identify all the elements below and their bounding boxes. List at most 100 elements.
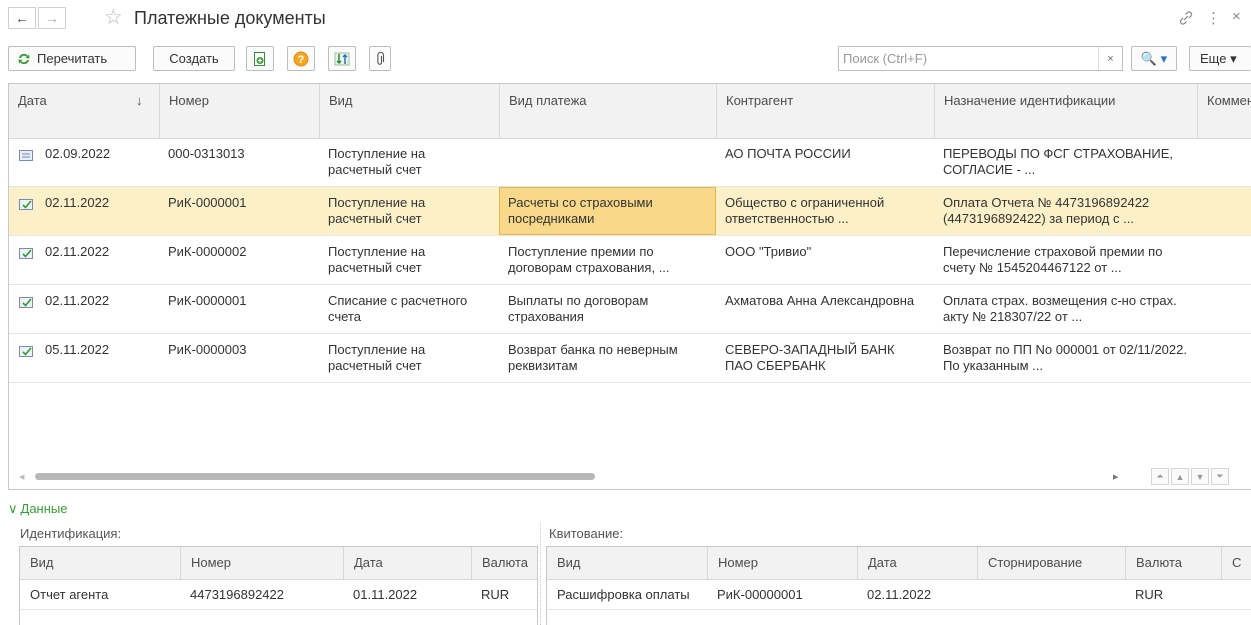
column-header-number[interactable]: Номер <box>707 547 857 579</box>
more-label: Еще ▾ <box>1200 50 1237 66</box>
cell-extra <box>1221 579 1251 609</box>
table-header: Дата ↓ Номер Вид Вид платежа Контрагент … <box>9 84 1251 139</box>
column-header-date[interactable]: Дата <box>343 547 471 579</box>
cell-number: РиК-0000002 <box>168 244 247 259</box>
reread-button[interactable]: Перечитать <box>8 46 136 71</box>
search-input[interactable] <box>843 47 1093 70</box>
down-icon: ▼ <box>1195 471 1205 482</box>
copy-document-icon <box>254 51 265 66</box>
documents-table[interactable]: Дата ↓ Номер Вид Вид платежа Контрагент … <box>8 83 1251 490</box>
posted-document-icon <box>19 199 33 210</box>
column-header-comment[interactable]: Коммент <box>1197 84 1251 138</box>
column-label: Контрагент <box>726 93 794 108</box>
copy-document-button[interactable] <box>246 46 274 71</box>
table-row[interactable]: 05.11.2022 РиК-0000003 Поступление на ра… <box>9 334 1251 383</box>
column-header-date[interactable]: Дата <box>857 547 977 579</box>
reconciliation-table[interactable]: Вид Номер Дата Сторнирование Валюта С Ра… <box>546 546 1251 625</box>
scroll-to-bottom-button[interactable]: ⏷ <box>1211 468 1229 485</box>
more-actions-icon[interactable]: ⋮ <box>1206 9 1221 27</box>
scroll-up-button[interactable]: ▲ <box>1171 468 1189 485</box>
double-up-icon: ⏶ <box>1156 471 1164 481</box>
cell-number: 4473196892422 <box>190 587 284 602</box>
column-header-number[interactable]: Номер <box>159 84 319 138</box>
page-title: Платежные документы <box>134 8 326 28</box>
search-button[interactable]: 🔍 ▾ <box>1131 46 1177 71</box>
cell-kind: Поступление на расчетный счет <box>328 342 426 373</box>
column-header-kind[interactable]: Вид <box>20 547 180 579</box>
cell-kind: Поступление на расчетный счет <box>328 146 426 177</box>
reread-label: Перечитать <box>37 51 108 66</box>
cell-kind: Расшифровка оплаты <box>557 587 690 602</box>
more-button[interactable]: Еще ▾ <box>1189 46 1251 71</box>
scroll-down-button[interactable]: ▼ <box>1191 468 1209 485</box>
identification-header: Вид Номер Дата Валюта <box>20 547 537 580</box>
load-button[interactable] <box>328 46 356 71</box>
create-label: Создать <box>169 51 219 66</box>
identification-label: Идентификация: <box>20 526 122 541</box>
cell-storno <box>977 579 1125 609</box>
cell-counterparty: Общество с ограниченной ответственностью… <box>725 195 885 226</box>
column-label: Вид платежа <box>509 93 587 108</box>
up-icon: ▲ <box>1175 471 1185 482</box>
favorite-star-icon[interactable]: ☆ <box>104 5 123 30</box>
column-header-counterparty[interactable]: Контрагент <box>716 84 934 138</box>
column-header-number[interactable]: Номер <box>180 547 343 579</box>
search-clear-button[interactable]: × <box>1098 47 1122 70</box>
table-row[interactable]: 02.09.2022 000-0313013 Поступление на ра… <box>9 138 1251 187</box>
create-button[interactable]: Создать <box>153 46 235 71</box>
details-section-toggle[interactable]: ∨ Данные <box>8 501 67 517</box>
column-header-kind[interactable]: Вид <box>319 84 499 138</box>
back-arrow-icon: ← <box>15 10 29 26</box>
horizontal-scrollbar-thumb[interactable] <box>35 473 595 480</box>
cell-payment-kind-focused[interactable]: Расчеты со страховыми посредниками <box>499 187 716 235</box>
cell-purpose: Оплата страх. возмещения с-но страх. акт… <box>943 293 1177 324</box>
cell-date: 05.11.2022 <box>45 342 110 357</box>
column-header-date[interactable]: Дата ↓ <box>9 84 159 138</box>
cell-number: РиК-0000003 <box>168 342 247 357</box>
cell-purpose: Оплата Отчета № 4473196892422 (447319689… <box>943 195 1150 226</box>
cell-date: 02.11.2022 <box>45 244 110 259</box>
table-row-selected[interactable]: 02.11.2022 РиК-0000001 Поступление на ра… <box>9 187 1251 236</box>
search-box[interactable] <box>838 46 1123 71</box>
column-header-extra[interactable]: С <box>1221 547 1251 579</box>
cell-date: 01.11.2022 <box>353 587 418 602</box>
close-icon[interactable]: × <box>1232 8 1241 25</box>
cell-comment <box>1197 138 1251 186</box>
link-icon[interactable] <box>1178 10 1194 26</box>
column-label: Назначение идентификации <box>944 93 1116 108</box>
scroll-to-top-button[interactable]: ⏶ <box>1151 468 1169 485</box>
attach-button[interactable] <box>369 46 391 71</box>
table-row[interactable]: Отчет агента 4473196892422 01.11.2022 RU… <box>20 579 537 610</box>
panel-divider[interactable] <box>540 522 541 625</box>
column-header-currency[interactable]: Валюта <box>1125 547 1221 579</box>
paperclip-icon <box>377 51 385 65</box>
sort-descending-icon: ↓ <box>136 93 143 108</box>
scroll-right-arrow-icon[interactable]: ▶ <box>1113 473 1118 481</box>
column-header-purpose[interactable]: Назначение идентификации <box>934 84 1197 138</box>
column-header-payment-kind[interactable]: Вид платежа <box>499 84 716 138</box>
cell-currency: RUR <box>1135 587 1164 602</box>
column-header-kind[interactable]: Вид <box>547 547 707 579</box>
help-button[interactable]: ? <box>287 46 315 71</box>
svg-text:?: ? <box>298 54 305 66</box>
identification-table[interactable]: Вид Номер Дата Валюта Отчет агента 44731… <box>19 546 538 625</box>
column-label: Номер <box>169 93 210 108</box>
cell-comment <box>1197 187 1251 235</box>
forward-arrow-icon: → <box>45 10 59 26</box>
reconciliation-label: Квитование: <box>549 526 624 541</box>
cell-kind: Списание с расчетного счета <box>328 293 468 324</box>
cell-date: 02.11.2022 <box>45 195 110 210</box>
cell-purpose: ПЕРЕВОДЫ ПО ФСГ СТРАХОВАНИЕ, СОГЛАСИЕ - … <box>943 146 1173 177</box>
table-row[interactable]: 02.11.2022 РиК-0000002 Поступление на ра… <box>9 236 1251 285</box>
scroll-left-arrow-icon[interactable]: ◀ <box>19 473 24 481</box>
details-section-label: Данные <box>20 501 68 516</box>
cell-comment <box>1197 236 1251 284</box>
table-row[interactable]: Расшифровка оплаты РиК-00000001 02.11.20… <box>547 579 1251 610</box>
back-button[interactable]: ← <box>8 7 36 29</box>
column-header-storno[interactable]: Сторнирование <box>977 547 1125 579</box>
forward-button[interactable]: → <box>38 7 66 29</box>
column-header-currency[interactable]: Валюта <box>471 547 537 579</box>
table-row[interactable]: 02.11.2022 РиК-0000001 Списание с расчет… <box>9 285 1251 334</box>
cell-date: 02.09.2022 <box>45 146 111 161</box>
cell-number: РиК-00000001 <box>717 587 803 602</box>
